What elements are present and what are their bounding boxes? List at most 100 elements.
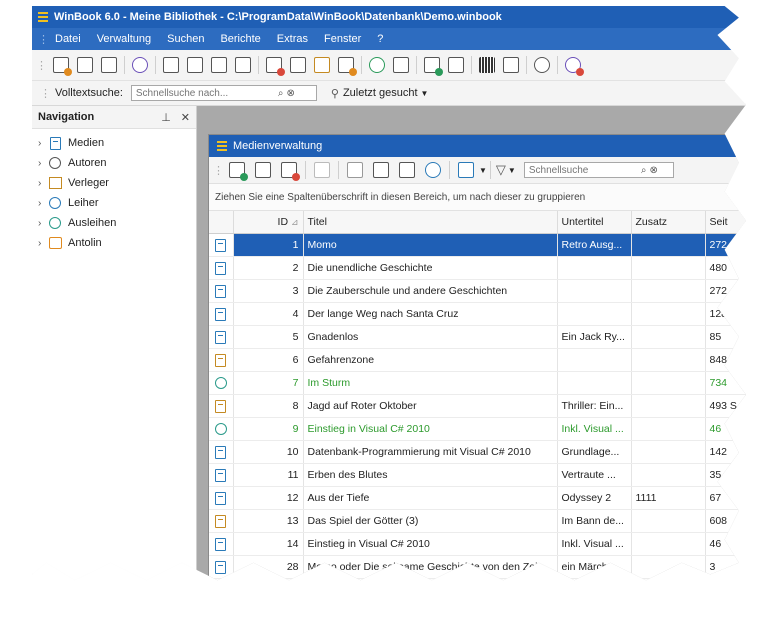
author-icon[interactable] [132, 57, 148, 73]
reminder-list-icon[interactable] [393, 57, 409, 73]
cell-zusatz [631, 555, 706, 579]
table-row[interactable]: 28 Momo oder Die seltsame Geschichte von … [209, 555, 746, 579]
clear-icon[interactable]: ⊗ [286, 88, 294, 99]
menu-suchen[interactable]: Suchen [167, 33, 204, 45]
report-icon[interactable] [424, 57, 443, 76]
cell-seiten: 493 S [705, 394, 746, 418]
menu-verwaltung[interactable]: Verwaltung [97, 33, 151, 45]
edit-publisher-icon[interactable] [187, 57, 203, 73]
barcode-icon[interactable] [479, 57, 495, 73]
fulltext-search-input[interactable] [135, 87, 276, 99]
loan-delete-icon[interactable] [338, 57, 357, 76]
reminder-icon[interactable] [369, 57, 385, 73]
search-icon[interactable]: ⌕ [641, 165, 647, 176]
cell-untertitel [557, 256, 632, 280]
new-item-icon[interactable] [229, 162, 248, 181]
menu-extras[interactable]: Extras [277, 33, 308, 45]
table-row[interactable]: 5 Gnadenlos Ein Jack Ry... 85 [209, 325, 746, 349]
recent-search-label: Zuletzt gesucht [342, 87, 418, 99]
new-publisher-icon[interactable] [163, 57, 179, 73]
publisher-delete-icon[interactable] [235, 57, 251, 73]
table-row[interactable]: 7 Im Sturm 734 [209, 371, 746, 395]
table-row[interactable]: 9 Einstieg in Visual C# 2010 Inkl. Visual … [209, 417, 746, 441]
table-row[interactable]: 6 Gefahrenzone 848 [209, 348, 746, 372]
close-icon[interactable]: ✕ [181, 111, 190, 124]
column-header-zusatz[interactable]: Zusatz [631, 211, 706, 234]
borrower-icon [48, 196, 62, 210]
refresh-icon[interactable] [425, 162, 441, 178]
view-columns-icon[interactable] [458, 162, 474, 178]
cell-zusatz [631, 233, 706, 257]
copy-icon[interactable] [347, 162, 363, 178]
quick-search-input[interactable] [528, 164, 639, 176]
cell-titel: Der lange Weg nach Santa Cruz [303, 302, 558, 326]
chevron-right-icon: › [38, 137, 42, 149]
cell-titel: Erben des Blutes [303, 463, 558, 487]
table-row[interactable]: 3 Die Zauberschule und andere Geschichten… [209, 279, 746, 303]
nav-item-autoren[interactable]: › Autoren [32, 153, 196, 173]
label-icon[interactable] [399, 162, 415, 178]
loan-list-icon[interactable] [290, 57, 306, 73]
menu-fenster[interactable]: Fenster [324, 33, 361, 45]
dropdown-arrow-icon[interactable]: ▼ [479, 166, 487, 175]
column-header-seiten[interactable]: Seit [705, 211, 746, 234]
table-row[interactable]: 4 Der lange Weg nach Santa Cruz 128 [209, 302, 746, 326]
assign-icon[interactable] [314, 162, 330, 178]
cell-untertitel [557, 279, 632, 303]
dropdown-arrow-icon: ▼ [420, 88, 429, 98]
loan-icon [48, 216, 62, 230]
cell-zusatz [631, 348, 706, 372]
table-row[interactable]: 8 Jagd auf Roter Oktober Thriller: Ein... 4… [209, 394, 746, 418]
report-export-icon[interactable] [448, 57, 464, 73]
delete-item-icon[interactable] [281, 162, 300, 181]
nav-item-leiher[interactable]: › Leiher [32, 193, 196, 213]
new-loan-icon[interactable] [266, 57, 285, 76]
cell-id: 1 [233, 233, 304, 257]
pin-icon[interactable]: ⊥ [161, 111, 171, 124]
calendar-icon[interactable] [503, 57, 519, 73]
book-icon [215, 330, 227, 344]
publisher-list-icon[interactable] [211, 57, 227, 73]
table-row[interactable]: 1 Momo Retro Ausg... 272 [209, 233, 746, 257]
filter-icon[interactable]: ▽ [496, 162, 506, 178]
nav-item-medien[interactable]: › Medien [32, 133, 196, 153]
nav-item-verleger[interactable]: › Verleger [32, 173, 196, 193]
menu-berichte[interactable]: Berichte [220, 33, 260, 45]
menu-help[interactable]: ? [377, 33, 383, 45]
row-icon-cell [209, 371, 234, 395]
column-header-untertitel[interactable]: Untertitel [557, 211, 632, 234]
nav-item-antolin[interactable]: › Antolin [32, 233, 196, 253]
nav-item-ausleihen[interactable]: › Ausleihen [32, 213, 196, 233]
edit-item-icon[interactable] [255, 162, 271, 178]
column-header-titel[interactable]: Titel [303, 211, 558, 234]
cell-zusatz [631, 417, 706, 441]
table-row[interactable]: 10 Datenbank-Programmierung mit Visual C#… [209, 440, 746, 464]
table-row[interactable]: 14 Einstieg in Visual C# 2010 Inkl. Visual… [209, 532, 746, 556]
toolbar-separator [361, 56, 362, 74]
row-icon-cell [209, 509, 234, 533]
cell-seiten: 128 [705, 302, 746, 326]
chevron-right-icon: › [38, 157, 42, 169]
group-by-hint[interactable]: Ziehen Sie eine Spaltenüberschrift in di… [209, 184, 746, 211]
clear-icon[interactable]: ⊗ [649, 165, 657, 176]
row-icon-cell [209, 233, 234, 257]
loan-return-icon[interactable] [314, 57, 330, 73]
edit-media-icon[interactable] [77, 57, 93, 73]
dropdown-arrow-icon[interactable]: ▼ [508, 166, 516, 175]
table-row[interactable]: 2 Die unendliche Geschichte 480 [209, 256, 746, 280]
new-media-icon[interactable] [53, 57, 72, 76]
settings-icon[interactable] [534, 57, 550, 73]
row-icon-cell [209, 463, 234, 487]
table-row[interactable]: 13 Das Spiel der Götter (3) Im Bann de... 6… [209, 509, 746, 533]
search-icon[interactable]: ⌕ [278, 88, 284, 99]
cell-zusatz [631, 256, 706, 280]
cell-seiten: 848 [705, 348, 746, 372]
menu-datei[interactable]: Datei [55, 33, 81, 45]
print-icon[interactable] [373, 162, 389, 178]
recent-search-button[interactable]: ⚲ Zuletzt gesucht ▼ [331, 87, 429, 100]
delete-media-icon[interactable] [101, 57, 117, 73]
column-header-id[interactable]: ID ⊿ [233, 211, 304, 234]
borrower-icon[interactable] [565, 57, 584, 76]
table-row[interactable]: 11 Erben des Blutes Vertraute ... 35 [209, 463, 746, 487]
table-row[interactable]: 12 Aus der Tiefe Odyssey 2 1111 67 [209, 486, 746, 510]
